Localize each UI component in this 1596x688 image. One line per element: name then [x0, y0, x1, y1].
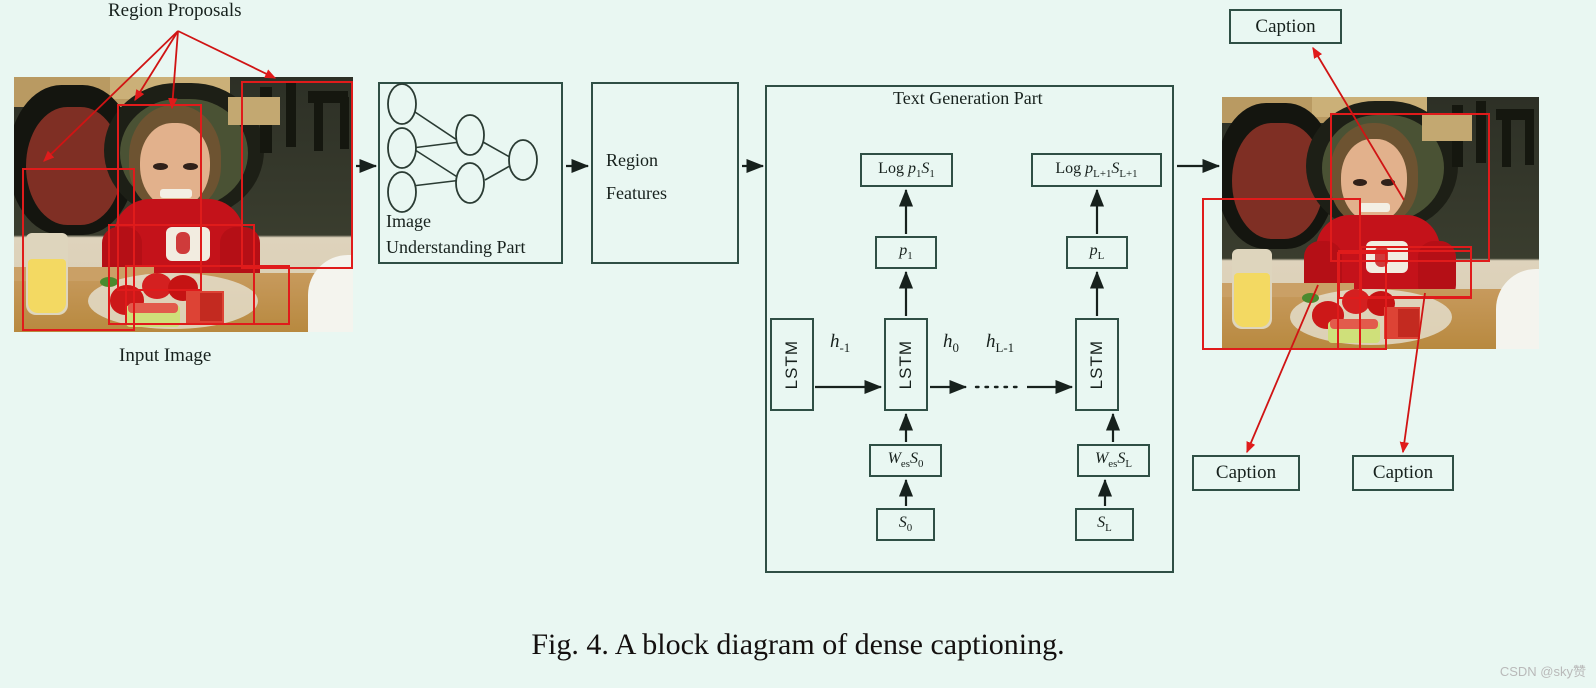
text-generation-part-title: Text Generation Part	[893, 88, 1043, 108]
csdn-watermark: CSDN @sky赞	[1499, 664, 1586, 679]
log-prob-formula-2: Log pL+1SL+1	[1055, 159, 1138, 181]
caption-box-bottom-right: Caption	[1352, 455, 1454, 491]
word-box-0: S0	[876, 508, 935, 541]
word-embedding-formula-0: WesS0	[887, 450, 924, 471]
word-embedding-box-L: WesSL	[1077, 444, 1150, 477]
figure-caption: Fig. 4. A block diagram of dense caption…	[531, 628, 1065, 661]
log-prob-box-2: Log pL+1SL+1	[1031, 153, 1162, 187]
caption-box-top: Caption	[1229, 9, 1342, 44]
caption-box-bottom-left: Caption	[1192, 455, 1300, 491]
caption-box-label: Caption	[1372, 462, 1434, 483]
log-prob-formula-1: Log p1S1	[878, 159, 935, 181]
lstm-label: LSTM	[782, 339, 801, 390]
lstm-box-stepL: LSTM	[1075, 318, 1119, 411]
prob-box-1: p1	[875, 236, 937, 269]
word-embedding-formula-L: WesSL	[1094, 450, 1133, 471]
word-box-L: SL	[1075, 508, 1134, 541]
region-features-label-line2: Features	[606, 183, 667, 203]
hidden-state-label-h0: h0	[943, 331, 959, 355]
image-understanding-label-line2: Understanding Part	[386, 237, 526, 257]
image-understanding-label-line1: Image	[386, 211, 431, 231]
prob-formula-2: pL	[1089, 242, 1105, 263]
prob-formula-1: p1	[899, 242, 913, 263]
output-region-box	[1337, 252, 1387, 350]
figure-canvas: Region Proposals Input Image Image Under…	[0, 0, 1596, 688]
hidden-state-label-hL-minus1: hL-1	[986, 331, 1015, 355]
caption-box-label: Caption	[1255, 15, 1316, 37]
region-features-label-line1: Region	[606, 150, 658, 170]
lstm-label: LSTM	[1087, 339, 1106, 390]
log-prob-box-1: Log p1S1	[860, 153, 953, 187]
lstm-box-initial: LSTM	[770, 318, 814, 411]
hidden-state-label-h-minus1: h-1	[830, 331, 851, 355]
caption-box-label: Caption	[1215, 462, 1277, 483]
lstm-label: LSTM	[896, 339, 915, 390]
prob-box-2: pL	[1066, 236, 1128, 269]
input-image-label: Input Image	[119, 345, 212, 366]
region-proposal-box	[241, 81, 353, 269]
word-formula-0: S0	[898, 514, 913, 535]
region-features-box	[591, 82, 739, 264]
region-proposal-box	[108, 224, 255, 325]
word-formula-L: SL	[1097, 514, 1112, 535]
lstm-box-step0: LSTM	[884, 318, 928, 411]
word-embedding-box-0: WesS0	[869, 444, 942, 477]
region-proposals-label: Region Proposals	[108, 0, 242, 21]
